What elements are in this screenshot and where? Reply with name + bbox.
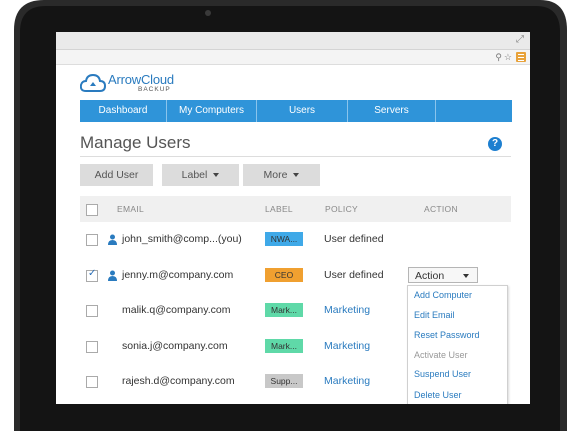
row-policy[interactable]: Marketing bbox=[324, 364, 370, 399]
tab-servers[interactable]: Servers bbox=[348, 100, 436, 122]
row-policy: User defined bbox=[324, 269, 384, 281]
row-checkbox[interactable] bbox=[86, 341, 98, 353]
row-email[interactable]: jenny.m@company.com bbox=[122, 258, 233, 293]
camera-icon bbox=[205, 10, 211, 16]
browser-screen: ⤢ ⚲ ☆ ArrowCloud BACKUP Dashboard My Com… bbox=[56, 32, 530, 404]
row-checkbox[interactable] bbox=[86, 305, 98, 317]
user-icon bbox=[108, 234, 117, 245]
row-email[interactable]: sonia.j@company.com bbox=[122, 329, 228, 364]
select-all-checkbox[interactable] bbox=[86, 204, 98, 216]
row-email[interactable]: john_smith@comp...(you) bbox=[122, 222, 242, 257]
browser-titlebar: ⤢ bbox=[56, 32, 530, 50]
brand-tagline: BACKUP bbox=[138, 86, 171, 93]
browser-address-bar[interactable]: ⚲ ☆ bbox=[56, 50, 530, 65]
page-title: Manage Users bbox=[80, 133, 191, 152]
more-dropdown-button[interactable]: More bbox=[243, 164, 320, 186]
menu-item-activate-user: Activate User bbox=[414, 350, 468, 360]
row-checkbox[interactable] bbox=[86, 268, 98, 282]
star-icon[interactable]: ☆ bbox=[504, 50, 512, 64]
row-email[interactable]: rajesh.d@company.com bbox=[122, 364, 235, 399]
header-policy[interactable]: POLICY bbox=[325, 196, 358, 222]
cloud-logo-icon bbox=[80, 73, 106, 92]
main-nav: Dashboard My Computers Users Servers bbox=[80, 100, 512, 122]
caret-down-icon bbox=[463, 274, 469, 278]
caret-down-icon bbox=[213, 173, 220, 178]
row-label-badge: Mark... bbox=[265, 303, 303, 317]
row-policy: User defined bbox=[324, 233, 384, 245]
menu-item-add-computer[interactable]: Add Computer bbox=[414, 290, 472, 300]
header-action: ACTION bbox=[424, 204, 458, 214]
add-user-button[interactable]: Add User bbox=[80, 164, 153, 186]
row-email[interactable]: malik.q@company.com bbox=[122, 293, 231, 328]
add-user-label: Add User bbox=[94, 169, 139, 181]
brand-name: ArrowCloud bbox=[108, 72, 174, 87]
menu-item-delete-user[interactable]: Delete User bbox=[414, 390, 462, 400]
table-row[interactable]: john_smith@comp...(you) NWA... User define… bbox=[80, 222, 511, 257]
tab-users[interactable]: Users bbox=[257, 100, 348, 122]
header-label[interactable]: LABEL bbox=[265, 196, 293, 222]
table-header: EMAIL LABEL POLICY ACTION bbox=[80, 196, 511, 222]
row-checkbox[interactable] bbox=[86, 234, 98, 246]
resize-icon[interactable]: ⤢ bbox=[516, 34, 524, 45]
row-policy[interactable]: Marketing bbox=[324, 293, 370, 328]
browser-menu-icon[interactable] bbox=[516, 52, 526, 62]
tab-my-computers[interactable]: My Computers bbox=[167, 100, 257, 122]
more-button-label: More bbox=[263, 169, 288, 181]
search-icon[interactable]: ⚲ bbox=[495, 50, 502, 64]
tab-dashboard[interactable]: Dashboard bbox=[80, 100, 167, 122]
divider bbox=[80, 156, 511, 157]
label-button-label: Label bbox=[181, 169, 208, 181]
action-button-label: Action bbox=[415, 270, 445, 282]
menu-item-reset-password[interactable]: Reset Password bbox=[414, 330, 480, 340]
row-label-badge: Supp... bbox=[265, 374, 303, 388]
tab-extra[interactable] bbox=[436, 100, 512, 122]
row-label-badge: Mark... bbox=[265, 339, 303, 353]
row-checkbox[interactable] bbox=[86, 376, 98, 388]
row-label-badge: NWA... bbox=[265, 232, 303, 246]
row-label-badge: CEO bbox=[265, 268, 303, 282]
header-email[interactable]: EMAIL bbox=[117, 196, 144, 222]
user-icon bbox=[108, 270, 117, 281]
row-policy[interactable]: Marketing bbox=[324, 329, 370, 364]
action-dropdown-button[interactable]: Action bbox=[408, 267, 478, 283]
action-menu: Add Computer Edit Email Reset Password Acti… bbox=[407, 285, 508, 404]
label-dropdown-button[interactable]: Label bbox=[162, 164, 239, 186]
caret-down-icon bbox=[293, 173, 300, 178]
menu-item-edit-email[interactable]: Edit Email bbox=[414, 310, 455, 320]
help-icon[interactable]: ? bbox=[488, 137, 502, 151]
menu-item-suspend-user[interactable]: Suspend User bbox=[414, 369, 471, 379]
